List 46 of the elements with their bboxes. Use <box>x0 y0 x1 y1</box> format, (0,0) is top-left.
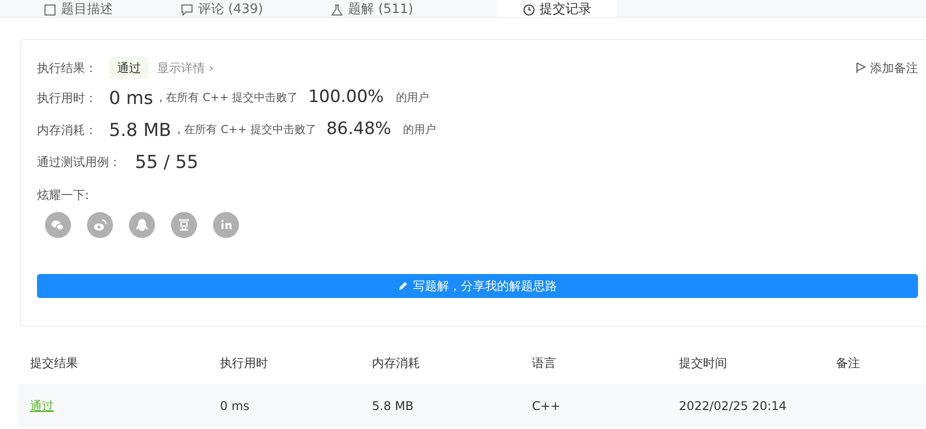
stat-label: 通过测试用例： <box>37 154 121 171</box>
weibo-icon <box>92 217 108 233</box>
stat-text: , 在所有 C++ 提交中击败了 <box>177 122 316 138</box>
result-label: 执行结果： <box>37 60 97 77</box>
table-cell-text: 0 ms <box>220 398 250 415</box>
share-button[interactable] <box>45 212 71 238</box>
stat-label: 内存消耗： <box>37 122 97 139</box>
table-cell-text: 5.8 MB <box>372 398 414 415</box>
details-link[interactable]: 显示详情 › <box>157 59 214 77</box>
table-cell-text: 2022/02/25 20:14 <box>679 398 788 415</box>
tab[interactable]: 评论 (439) <box>167 0 278 17</box>
column-header: 内存消耗 <box>372 355 421 372</box>
tab[interactable]: 提交记录 <box>497 0 618 17</box>
document-icon <box>44 4 56 16</box>
column-header: 备注 <box>836 355 861 372</box>
penguin-icon <box>134 217 150 233</box>
stat-value: 5.8 MB <box>109 118 172 142</box>
column-header: 执行用时 <box>220 355 269 372</box>
add-note-button[interactable]: 添加备注 <box>856 59 918 77</box>
share-button[interactable] <box>87 212 113 238</box>
clock-icon <box>522 4 535 16</box>
share-button[interactable] <box>171 212 197 238</box>
column-header: 提交结果 <box>30 355 79 372</box>
column-header: 语言 <box>532 355 557 372</box>
column-header: 提交时间 <box>679 355 728 372</box>
flask-icon <box>331 4 344 16</box>
percent-value: 86.48% <box>326 118 392 142</box>
stat-suffix: 的用户 <box>403 122 436 138</box>
douban-icon <box>176 217 192 233</box>
stat-value: 0 ms <box>109 86 154 110</box>
stat-label: 执行用时： <box>37 90 97 107</box>
comment-icon <box>181 4 193 16</box>
flag-icon <box>856 62 866 74</box>
test-count: 55 / 55 <box>135 150 198 174</box>
tab[interactable]: 题目描述 <box>30 0 127 17</box>
share-label: 炫耀一下: <box>37 187 90 204</box>
pencil-icon <box>398 281 408 291</box>
percent-value: 100.00% <box>308 86 384 110</box>
write-solution-button[interactable]: 写题解，分享我的解题思路 <box>37 274 918 298</box>
share-button[interactable] <box>129 212 155 238</box>
table-cell-text: C++ <box>532 398 562 415</box>
stat-suffix: 的用户 <box>396 90 429 106</box>
tab[interactable]: 题解 (511) <box>317 0 428 17</box>
status-text: 通过 <box>109 57 149 79</box>
share-button[interactable] <box>213 212 239 238</box>
stat-text: , 在所有 C++ 提交中击败了 <box>159 90 298 106</box>
